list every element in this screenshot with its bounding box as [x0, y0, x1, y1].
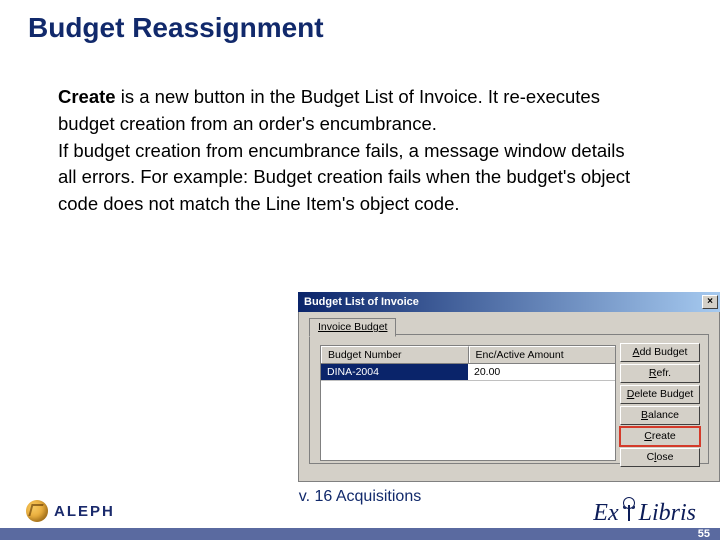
bold-create-word: Create — [58, 86, 116, 107]
aleph-logo: ALEPH — [26, 500, 115, 522]
grid-header: Budget Number Enc/Active Amount — [321, 346, 615, 364]
delete-budget-button[interactable]: Delete Budget — [620, 385, 700, 404]
cell-amount: 20.00 — [468, 364, 615, 380]
slide-number: 55 — [698, 528, 710, 540]
body-text: Create is a new button in the Budget Lis… — [58, 84, 648, 218]
tab-panel: Budget Number Enc/Active Amount DINA-200… — [309, 334, 709, 464]
col-budget-number: Budget Number — [321, 346, 469, 363]
slide: Budget Reassignment Create is a new butt… — [0, 0, 720, 540]
tabstrip: Invoice Budget — [309, 318, 396, 337]
sentence-1-rest: is a new button in the Budget List of In… — [58, 86, 600, 134]
tab-invoice-budget[interactable]: Invoice Budget — [309, 318, 396, 337]
create-button[interactable]: Create — [620, 427, 700, 446]
aleph-label: ALEPH — [54, 503, 115, 520]
bottom-band — [0, 528, 720, 540]
cell-budget: DINA-2004 — [321, 364, 468, 380]
button-column: Add Budget Refr. Delete Budget Balance C… — [620, 343, 700, 467]
balance-button[interactable]: Balance — [620, 406, 700, 425]
exlibris-prefix: E — [593, 500, 608, 526]
exlibris-logo: Ex Libris — [593, 497, 696, 526]
close-icon[interactable]: × — [702, 295, 718, 309]
aleph-icon — [26, 500, 48, 522]
window-titlebar: Budget List of Invoice × — [298, 292, 720, 312]
exlibris-suffix: Libris — [639, 500, 696, 526]
tree-icon — [620, 497, 638, 523]
refresh-button[interactable]: Refr. — [620, 364, 700, 383]
add-budget-button[interactable]: Add Budget — [620, 343, 700, 362]
exlibris-x: x — [608, 500, 619, 526]
table-row[interactable]: DINA-2004 20.00 — [321, 364, 615, 381]
page-title: Budget Reassignment — [28, 12, 324, 44]
col-enc-active-amount: Enc/Active Amount — [469, 346, 616, 363]
window-client: Invoice Budget Budget Number Enc/Active … — [298, 312, 720, 482]
close-button[interactable]: Close — [620, 448, 700, 467]
budget-list-window: Budget List of Invoice × Invoice Budget … — [298, 292, 720, 482]
grid-body: DINA-2004 20.00 — [321, 364, 615, 460]
sentence-2: If budget creation from encumbrance fail… — [58, 140, 630, 215]
window-title: Budget List of Invoice — [304, 296, 419, 308]
budget-grid: Budget Number Enc/Active Amount DINA-200… — [320, 345, 616, 461]
